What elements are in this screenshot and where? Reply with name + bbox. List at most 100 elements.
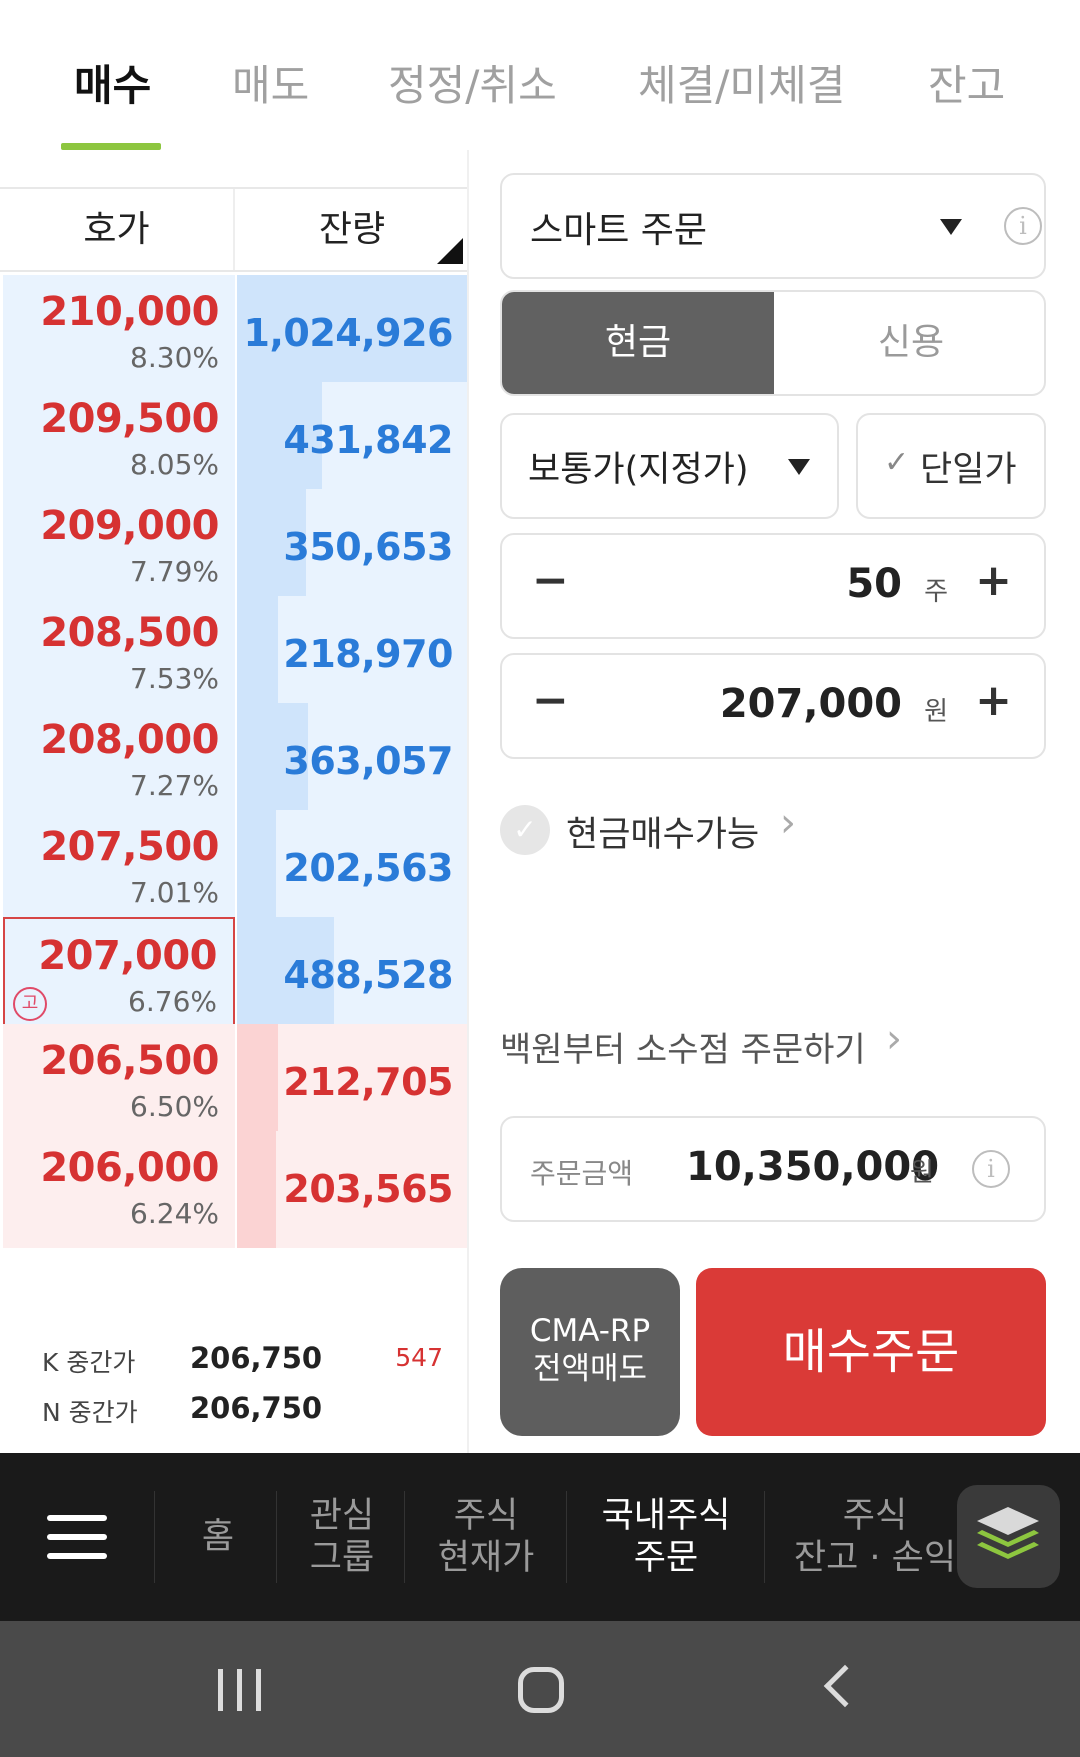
nav-watchlist-line2: 그룹 [309,1538,375,1578]
price-type-label: 보통가(지정가) [528,450,749,490]
k-mid-count: 547 [395,1343,443,1372]
change-rate: 6.24% [130,1197,219,1230]
change-rate: 8.30% [130,341,219,374]
nav-balance-line2: 잔고 · 손익 [793,1538,957,1578]
tab-modify-cancel[interactable]: 정정/취소 [388,52,557,113]
price-increase-button[interactable]: + [975,675,1012,726]
layers-icon[interactable] [957,1485,1060,1588]
mid-price-summary: K 중간가 206,750 547 N 중간가 206,750 [0,1317,467,1453]
ask-row[interactable]: 208,500 7.53% 218,970 [0,596,467,715]
ask-price: 208,000 [40,717,219,763]
ask-row[interactable]: 208,000 7.27% 363,057 [0,703,467,822]
ask-price: 208,500 [40,610,219,656]
nav-watchlist[interactable]: 관심 그룹 [280,1453,404,1621]
change-rate: 7.53% [130,662,219,695]
tab-sell[interactable]: 매도 [232,52,309,113]
ask-quantity: 202,563 [283,846,453,890]
price-cell[interactable]: 207,500 7.01% [3,810,235,927]
nav-order-line1: 국내주식 [601,1496,731,1536]
ask-row[interactable]: 210,000 8.30% 1,024,926 [0,275,467,394]
current-price: 207,000 [38,933,217,979]
single-price-toggle[interactable]: ✓ 단일가 [856,413,1046,519]
current-price-row[interactable]: 고 207,000 6.76% 488,528 [0,917,467,1036]
nav-separator [764,1491,765,1583]
nav-separator [276,1491,277,1583]
quantity-cell: 431,842 [237,382,467,499]
ask-row[interactable]: 209,500 8.05% 431,842 [0,382,467,501]
n-mid-label: N 중간가 [42,1398,138,1427]
cma-rp-sell-all-button[interactable]: CMA-RP 전액매도 [500,1268,680,1436]
order-amount-box: 주문금액 10,350,000 원 i [500,1116,1046,1222]
nav-balance-line1: 주식 [842,1496,908,1536]
quantity-cell: 218,970 [237,596,467,713]
quantity-cell: 1,024,926 [237,275,467,392]
buy-order-button[interactable]: 매수주문 [696,1268,1046,1436]
nav-watchlist-line1: 관심 [309,1496,375,1536]
ask-price: 209,500 [40,396,219,442]
bid-price: 206,500 [40,1038,219,1084]
ask-quantity: 350,653 [283,525,453,569]
tab-executions[interactable]: 체결/미체결 [638,52,845,113]
order-type-select[interactable]: 스마트 주문 i [500,173,1046,279]
price-cell[interactable]: 210,000 8.30% [3,275,235,392]
price-type-select[interactable]: 보통가(지정가) [500,413,839,519]
tab-balance[interactable]: 잔고 [928,52,1005,113]
price-cell[interactable]: 206,000 6.24% [3,1131,235,1248]
order-book-rows[interactable]: 210,000 8.30% 1,024,926 209,500 8.05% 43… [0,275,467,1317]
tab-buy[interactable]: 매수 [74,52,151,113]
nav-stock-quote[interactable]: 주식 현재가 [408,1453,564,1621]
ask-quantity: 363,057 [283,739,453,783]
price-cell[interactable]: 209,000 7.79% [3,489,235,606]
home-icon[interactable] [518,1667,564,1713]
change-rate: 8.05% [130,448,219,481]
recents-icon[interactable] [218,1669,262,1711]
price-cell[interactable]: 208,000 7.27% [3,703,235,820]
order-amount-value: 10,350,000 [686,1144,940,1190]
single-price-label: 단일가 [920,450,1017,490]
ask-row[interactable]: 207,500 7.01% 202,563 [0,810,467,929]
header-quantity[interactable]: 잔량 [237,189,467,270]
order-book-header: 호가 잔량 [0,187,467,272]
quantity-cell: 488,528 [237,917,467,1034]
quantity-decrease-button[interactable]: − [532,555,569,606]
chevron-right-icon: › [780,800,796,846]
info-icon[interactable]: i [1004,207,1042,245]
change-rate: 6.76% [128,985,217,1018]
price-input[interactable]: 207,000 [720,681,902,727]
bid-row[interactable]: 206,500 6.50% 212,705 [0,1024,467,1143]
info-icon[interactable]: i [972,1150,1010,1188]
ask-price: 209,000 [40,503,219,549]
nav-domestic-order[interactable]: 국내주식 주문 [570,1453,762,1621]
nav-order-line2: 주문 [633,1538,699,1578]
nav-balance-pnl[interactable]: 주식 잔고 · 손익 [770,1453,980,1621]
price-cell[interactable]: 208,500 7.53% [3,596,235,713]
cash-option[interactable]: 현금 [502,292,774,394]
ask-row[interactable]: 209,000 7.79% 350,653 [0,489,467,608]
dropdown-triangle-icon [788,459,810,475]
quantity-increase-button[interactable]: + [975,555,1012,606]
price-cell[interactable]: 209,500 8.05% [3,382,235,499]
quantity-unit: 주 [924,577,948,607]
menu-icon[interactable] [47,1515,107,1559]
back-icon[interactable] [823,1664,867,1708]
price-cell[interactable]: 206,500 6.50% [3,1024,235,1141]
k-mid-label: K 중간가 [42,1348,136,1377]
ask-price: 210,000 [40,289,219,335]
nav-home[interactable]: 홈 [160,1453,276,1621]
quantity-bar [237,810,277,927]
credit-option[interactable]: 신용 [776,292,1044,394]
n-mid-value: 206,750 [190,1391,323,1425]
check-icon: ✓ [884,445,910,480]
ask-price: 207,500 [40,824,219,870]
bid-row[interactable]: 206,000 6.24% 203,565 [0,1131,467,1250]
fractional-order-link[interactable]: 백원부터 소수점 주문하기 › [500,1010,920,1080]
price-cell[interactable]: 고 207,000 6.76% [3,917,235,1034]
quantity-input[interactable]: 50 [846,561,902,607]
change-rate: 6.50% [130,1090,219,1123]
active-tab-indicator [61,143,161,150]
cash-available-link[interactable]: ✓ 현금매수가능 › [500,790,830,870]
bid-quantity: 212,705 [283,1060,453,1104]
dropdown-triangle-icon [940,219,962,235]
quantity-cell: 212,705 [237,1024,467,1141]
price-decrease-button[interactable]: − [532,675,569,726]
